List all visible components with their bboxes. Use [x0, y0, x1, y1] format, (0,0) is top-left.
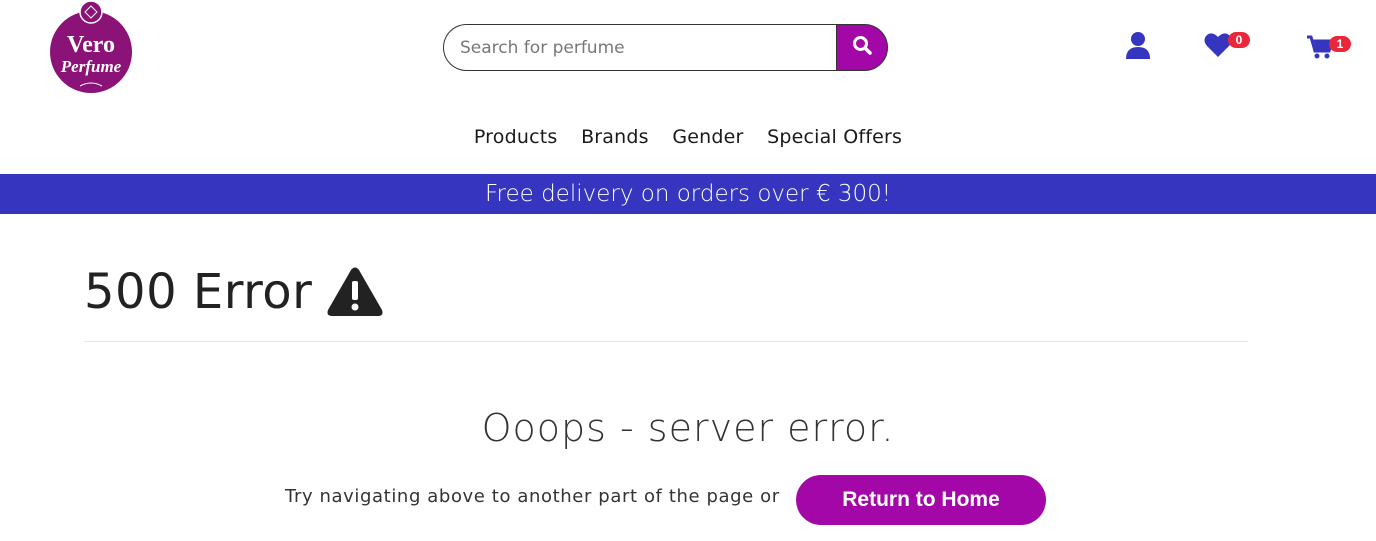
account-button[interactable] — [1124, 31, 1152, 64]
logo-text-vero: Vero — [67, 32, 115, 58]
search-icon — [852, 35, 872, 60]
nav-item-gender[interactable]: Gender — [672, 126, 743, 148]
logo[interactable]: Vero Perfume — [50, 0, 132, 94]
warning-icon — [326, 266, 384, 318]
return-home-button[interactable]: Return to Home — [796, 475, 1046, 525]
user-icon — [1125, 31, 1151, 64]
wishlist-count-badge: 0 — [1228, 32, 1250, 48]
error-hint: Try navigating above to another part of … — [285, 486, 780, 507]
nav-item-products[interactable]: Products — [474, 126, 558, 148]
search-input[interactable] — [443, 24, 838, 71]
nav-item-special-offers[interactable]: Special Offers — [767, 126, 902, 148]
search-bar — [443, 24, 888, 71]
logo-text-perfume: Perfume — [60, 57, 122, 76]
nav-item-brands[interactable]: Brands — [581, 126, 649, 148]
cart-count-badge: 1 — [1329, 36, 1351, 52]
error-title-text: 500 Error — [84, 264, 313, 320]
delivery-banner: Free delivery on orders over € 300! — [0, 174, 1376, 214]
page-title: 500 Error — [84, 262, 384, 322]
divider — [84, 341, 1248, 342]
search-button[interactable] — [836, 24, 888, 71]
error-message: Ooops - server error. — [481, 406, 895, 450]
main-nav: Products Brands Gender Special Offers — [0, 126, 1376, 149]
